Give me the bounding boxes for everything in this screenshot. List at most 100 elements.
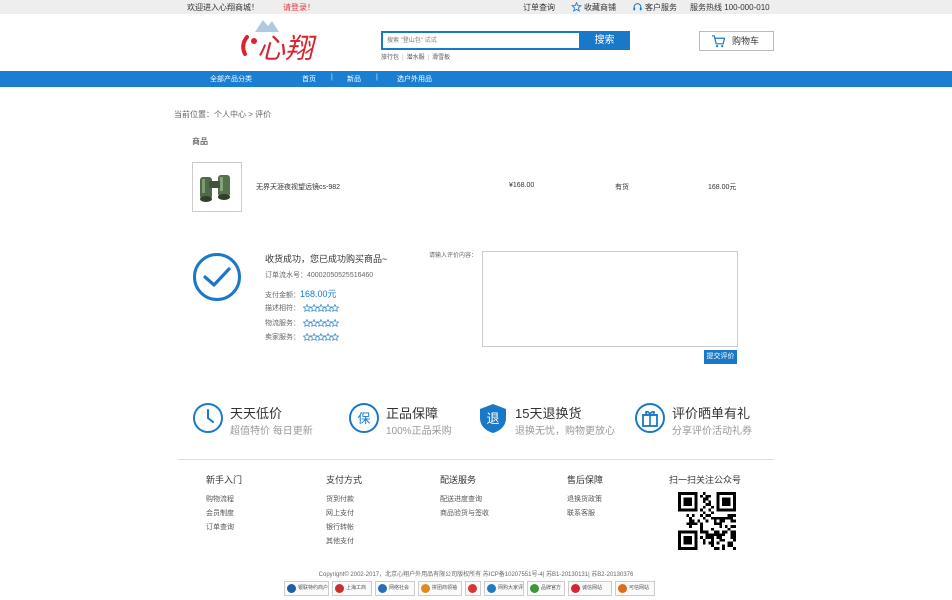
nav-item-new[interactable]: 新品 xyxy=(347,74,361,84)
headset-icon xyxy=(633,3,642,11)
certification-badge[interactable]: 银联特约商户 xyxy=(284,581,329,596)
badge-emblem-icon xyxy=(468,584,477,593)
rating-row-description: 描述相符： xyxy=(265,303,340,314)
copyright: Copyright© 2002-2017，北京心翔户外用品有限公司版权所有 苏I… xyxy=(318,572,634,578)
breadcrumb: 当前位置：个人中心 > 评价 xyxy=(174,109,271,120)
certification-badge[interactable] xyxy=(465,581,481,596)
feature-subtitle: 超值特价 每日更新 xyxy=(230,426,313,437)
certification-badge[interactable]: 品牌官方 xyxy=(527,581,565,596)
breadcrumb-item: 评价 xyxy=(255,110,272,119)
badge-emblem-icon xyxy=(421,584,430,593)
hot-words: 旅行包 | 潜水服 | 滑雪板 xyxy=(381,52,450,61)
certification-badge[interactable]: 可信网站 xyxy=(615,581,655,596)
customer-service-label: 客户服务 xyxy=(645,3,677,12)
guarantee-icon: 保 xyxy=(349,403,379,433)
footer-link[interactable]: 货到付款 xyxy=(326,493,362,507)
footer-column: 支付方式 货到付款 网上支付 银行转帐 其他支付 xyxy=(326,473,362,549)
favorite-shop-label: 收藏商铺 xyxy=(584,3,616,12)
feature-subtitle: 分享评价活动礼券 xyxy=(672,426,752,437)
separator: | xyxy=(427,55,430,61)
main-nav: 全部产品分类 首页 | 新品 | 选户外用品 xyxy=(0,71,952,87)
top-bar: 欢迎进入心翔商城！ 请登录！ 订单查询 收藏商铺 客户服务 服务热线 100-0… xyxy=(0,0,952,14)
hot-word[interactable]: 旅行包 xyxy=(381,55,399,61)
footer-link[interactable]: 其他支付 xyxy=(326,535,362,549)
star-outline-icon[interactable] xyxy=(330,332,340,342)
nav-separator: | xyxy=(376,74,378,81)
feature-subtitle: 100%正品采购 xyxy=(386,426,452,437)
feature-title: 评价晒单有礼 xyxy=(672,406,751,421)
customer-service-link[interactable]: 客户服务 xyxy=(632,2,677,13)
nav-all-categories[interactable]: 全部产品分类 xyxy=(210,74,252,84)
product-thumbnail[interactable] xyxy=(192,162,242,212)
welcome-text: 欢迎进入心翔商城！ xyxy=(187,3,259,12)
badge-label: 网络社会 xyxy=(389,585,410,591)
footer-column: 配送服务 配送进度查询 商品验货与签收 xyxy=(440,473,489,521)
footer-link[interactable]: 联系客服 xyxy=(567,507,603,521)
search-input[interactable] xyxy=(383,33,579,48)
hotline-text: 服务热线 100-000-010 xyxy=(690,3,770,12)
svg-text:保: 保 xyxy=(357,412,370,427)
search-box xyxy=(381,31,581,50)
rating-label: 描述相符： xyxy=(265,305,300,312)
breadcrumb-item[interactable]: 个人中心 xyxy=(214,110,246,119)
footer-link[interactable]: 订单查询 xyxy=(206,521,242,535)
footer-link[interactable]: 商品验货与签收 xyxy=(440,507,489,521)
submit-review-button[interactable]: 提交评价 xyxy=(704,350,737,364)
footer-link[interactable]: 配送进度查询 xyxy=(440,493,489,507)
badge-emblem-icon xyxy=(378,584,387,593)
product-price: ¥168.00 xyxy=(509,182,535,189)
feature-title: 天天低价 xyxy=(230,406,283,421)
star-rating[interactable] xyxy=(302,318,340,329)
binoculars-image xyxy=(200,175,230,202)
order-number: 订单流水号：40002050525516460 xyxy=(265,272,374,279)
footer-link[interactable]: 购物流程 xyxy=(206,493,242,507)
cart-icon xyxy=(712,35,726,48)
footer-link[interactable]: 银行转帐 xyxy=(326,521,362,535)
certification-badge[interactable]: 诚信网站 xyxy=(568,581,612,596)
footer-link[interactable]: 退换货政策 xyxy=(567,493,603,507)
search-button[interactable]: 搜索 xyxy=(579,31,630,50)
separator: | xyxy=(402,55,404,61)
badge-label: 品牌官方 xyxy=(541,585,562,591)
gift-icon xyxy=(635,403,665,433)
feature-title: 正品保障 xyxy=(386,406,439,421)
footer-link[interactable]: 会员制度 xyxy=(206,507,242,521)
return-icon: 退 xyxy=(480,404,506,433)
badge-label: 上海工商 xyxy=(346,585,367,591)
star-outline-icon[interactable] xyxy=(330,303,340,313)
review-textarea[interactable] xyxy=(482,251,738,347)
certification-badge[interactable]: 网络社会 xyxy=(375,581,415,596)
favorite-shop-link[interactable]: 收藏商铺 xyxy=(571,2,616,13)
nav-item-outdoor[interactable]: 选户外用品 xyxy=(397,74,432,84)
star-rating[interactable] xyxy=(302,303,340,314)
clock-icon xyxy=(193,403,223,433)
feature-title: 15天退换货 xyxy=(515,406,582,421)
pay-amount: 168.00元 xyxy=(300,289,337,299)
footer-link[interactable]: 网上支付 xyxy=(326,507,362,521)
success-title: 收货成功，您已成功购买商品~ xyxy=(265,254,388,264)
star-rating[interactable] xyxy=(302,332,340,343)
certification-badge[interactable]: 拼团商领袖 xyxy=(418,581,462,596)
hot-word[interactable]: 潜水服 xyxy=(407,55,425,61)
product-stock: 有货 xyxy=(615,184,629,191)
svg-text:退: 退 xyxy=(486,412,499,427)
review-label: 请输入评价内容： xyxy=(429,253,478,259)
badge-label: 拼团商领袖 xyxy=(432,585,458,591)
certification-badge[interactable]: 网购大家评 xyxy=(484,581,524,596)
certification-badge[interactable]: 上海工商 xyxy=(332,581,372,596)
cart-button[interactable]: 购物车 xyxy=(699,31,774,51)
badge-emblem-icon xyxy=(618,584,627,593)
footer-column-title: 售后保障 xyxy=(567,475,604,485)
order-query-link[interactable]: 订单查询 xyxy=(523,2,555,13)
feature-subtitle: 退换无忧，购物更放心 xyxy=(515,426,615,437)
breadcrumb-label: 当前位置： xyxy=(174,110,214,119)
chevron-right-icon: > xyxy=(246,110,256,119)
footer-divider xyxy=(178,459,774,460)
nav-item-home[interactable]: 首页 xyxy=(302,74,316,84)
login-link[interactable]: 请登录！ xyxy=(283,2,315,13)
hot-word[interactable]: 滑雪板 xyxy=(432,55,450,61)
logo[interactable]: 心翔 xyxy=(237,18,327,68)
footer-column-title: 支付方式 xyxy=(326,475,363,485)
star-outline-icon[interactable] xyxy=(330,318,340,328)
product-name[interactable]: 无界天涯夜视望远镜cs-982 xyxy=(256,182,340,192)
